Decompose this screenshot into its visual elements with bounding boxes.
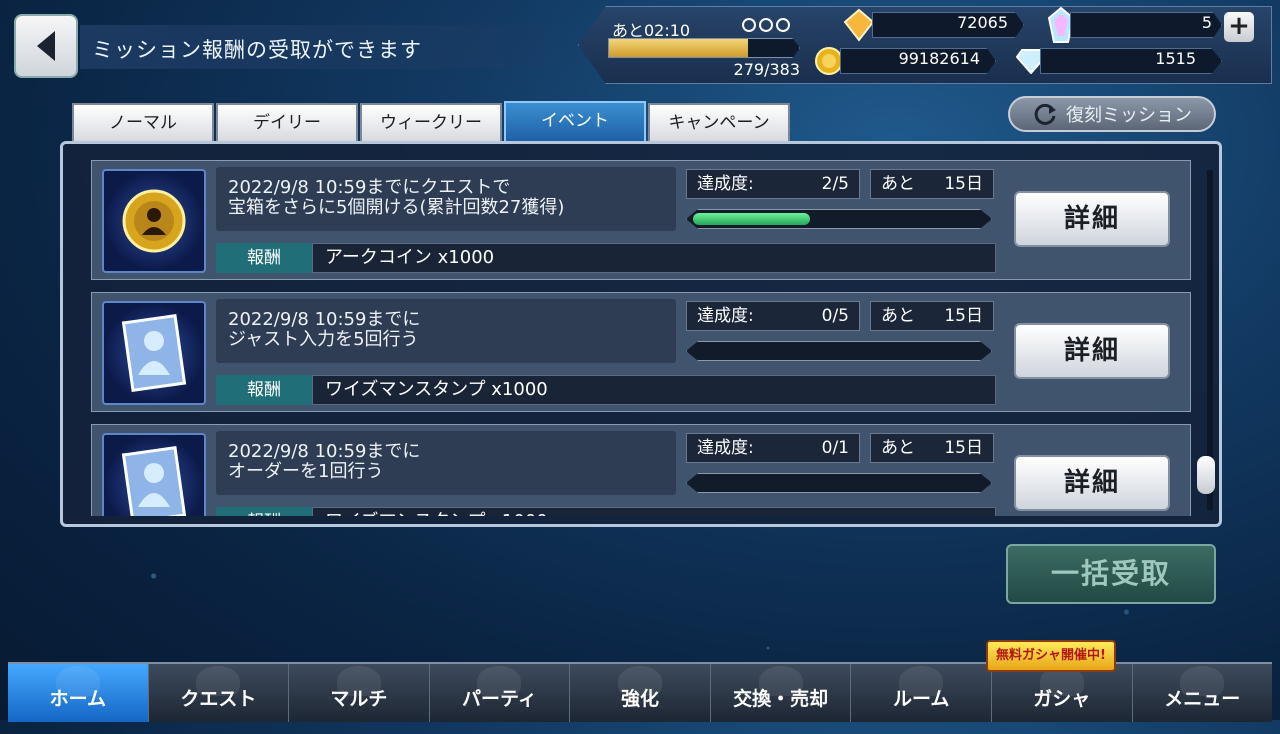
tab-campaign[interactable]: キャンペーン	[648, 103, 790, 141]
reward-label: 報酬	[216, 507, 312, 516]
currency-gem-value: 72065	[957, 13, 1008, 32]
stamp-icon	[102, 301, 206, 405]
detail-button[interactable]: 詳細	[1014, 191, 1170, 247]
reward-label: 報酬	[216, 243, 312, 273]
mission-row: 2022/9/8 10:59までにクエストで 宝箱をさらに5個開ける(累計回数2…	[91, 160, 1191, 280]
exchange-icon	[758, 666, 803, 696]
remaining-value: 15日	[944, 438, 983, 458]
party-icon	[477, 666, 522, 696]
detail-button[interactable]: 詳細	[1014, 455, 1170, 511]
mission-description-line: 2022/9/8 10:59までに	[228, 441, 421, 462]
mission-description-line: 2022/9/8 10:59までに	[228, 309, 421, 330]
room-icon	[899, 666, 944, 696]
revival-mission-label: 復刻ミッション	[1066, 105, 1192, 126]
progress-label: 達成度:	[697, 438, 754, 458]
nav-multi[interactable]: マルチ	[289, 664, 430, 722]
stamina-bar	[608, 38, 800, 58]
stamina-timer: あと02:10	[612, 21, 691, 40]
progress-box: 達成度: 0/1	[686, 433, 860, 463]
mission-row: 2022/9/8 10:59までに オーダーを1回行う 達成度: 0/1 あと …	[91, 424, 1191, 516]
enhance-icon	[618, 666, 663, 696]
mission-description-line: 宝箱をさらに5個開ける(累計回数27獲得)	[228, 197, 565, 218]
stamina-count: 279/383	[733, 60, 800, 79]
mission-description-line: 2022/9/8 10:59までにクエストで	[228, 177, 511, 198]
mission-description: 2022/9/8 10:59までに オーダーを1回行う	[216, 431, 676, 495]
reward-value: アークコイン x1000	[312, 243, 996, 273]
currency-diamond-value: 1515	[1155, 49, 1196, 68]
remaining-value: 15日	[944, 306, 983, 326]
nav-party[interactable]: パーティ	[430, 664, 571, 722]
mission-description-line: ジャスト入力を5回行う	[228, 329, 419, 350]
mission-description-line: オーダーを1回行う	[228, 461, 384, 482]
add-crystal-button[interactable]: +	[1224, 12, 1254, 42]
tab-daily[interactable]: デイリー	[216, 103, 358, 141]
reward-label: 報酬	[216, 375, 312, 405]
scrollbar-thumb[interactable]	[1197, 456, 1215, 494]
back-button[interactable]	[14, 14, 78, 78]
detail-button[interactable]: 詳細	[1014, 323, 1170, 379]
progress-value: 0/5	[821, 306, 849, 326]
reward-value: ワイズマンスタンプ x1000	[312, 375, 996, 405]
remaining-label: あと	[881, 438, 915, 458]
stamp-icon	[102, 433, 206, 516]
progress-value: 0/1	[821, 438, 849, 458]
remaining-label: あと	[881, 306, 915, 326]
mission-panel: 2022/9/8 10:59までにクエストで 宝箱をさらに5個開ける(累計回数2…	[60, 141, 1222, 527]
mission-row: 2022/9/8 10:59までに ジャスト入力を5回行う 達成度: 0/5 あ…	[91, 292, 1191, 412]
remaining-label: あと	[881, 174, 915, 194]
mission-description: 2022/9/8 10:59までに ジャスト入力を5回行う	[216, 299, 676, 363]
currency-crystal-value: 5	[1201, 13, 1212, 32]
nav-home[interactable]: ホーム	[8, 664, 149, 722]
stamina-dots	[742, 18, 790, 32]
progress-box: 達成度: 0/5	[686, 301, 860, 331]
remaining-box: あと 15日	[870, 169, 994, 199]
progress-label: 達成度:	[697, 174, 754, 194]
chevron-left-icon	[37, 31, 55, 61]
reward-value: ワイズマンスタンプ x1000	[312, 507, 996, 516]
remaining-box: あと 15日	[870, 433, 994, 463]
remaining-value: 15日	[944, 174, 983, 194]
refresh-icon	[1034, 103, 1056, 125]
remaining-box: あと 15日	[870, 301, 994, 331]
mission-list[interactable]: 2022/9/8 10:59までにクエストで 宝箱をさらに5個開ける(累計回数2…	[91, 160, 1191, 516]
mission-description: 2022/9/8 10:59までにクエストで 宝箱をさらに5個開ける(累計回数2…	[216, 167, 676, 231]
nav-exchange[interactable]: 交換・売却	[711, 664, 852, 722]
revival-mission-button[interactable]: 復刻ミッション	[1008, 96, 1216, 132]
nav-gacha[interactable]: ガシャ	[992, 664, 1133, 722]
nav-room[interactable]: ルーム	[851, 664, 992, 722]
gem-icon	[843, 8, 875, 42]
free-gacha-badge: 無料ガシャ開催中!	[986, 640, 1116, 672]
stamina-bar-fill	[609, 39, 748, 57]
progress-label: 達成度:	[697, 306, 754, 326]
tab-normal[interactable]: ノーマル	[72, 103, 214, 141]
nav-menu[interactable]: メニュー	[1133, 664, 1273, 722]
progress-bar	[686, 209, 992, 229]
gold-coin-icon	[102, 169, 206, 273]
tab-event[interactable]: イベント	[504, 101, 646, 143]
bulk-receive-button[interactable]: 一括受取	[1006, 544, 1216, 604]
currency-gold-value: 99182614	[898, 49, 980, 68]
progress-value: 2/5	[821, 174, 849, 194]
page-title: ミッション報酬の受取ができます	[92, 38, 422, 62]
progress-box: 達成度: 2/5	[686, 169, 860, 199]
progress-bar	[686, 341, 992, 361]
progress-bar-fill	[693, 213, 810, 225]
progress-bar	[686, 473, 992, 493]
nav-quest[interactable]: クエスト	[149, 664, 290, 722]
menu-icon	[1180, 666, 1225, 696]
nav-enhance[interactable]: 強化	[570, 664, 711, 722]
quest-icon	[196, 666, 241, 696]
home-icon	[55, 666, 100, 696]
tab-weekly[interactable]: ウィークリー	[360, 103, 502, 141]
multi-icon	[336, 666, 381, 696]
